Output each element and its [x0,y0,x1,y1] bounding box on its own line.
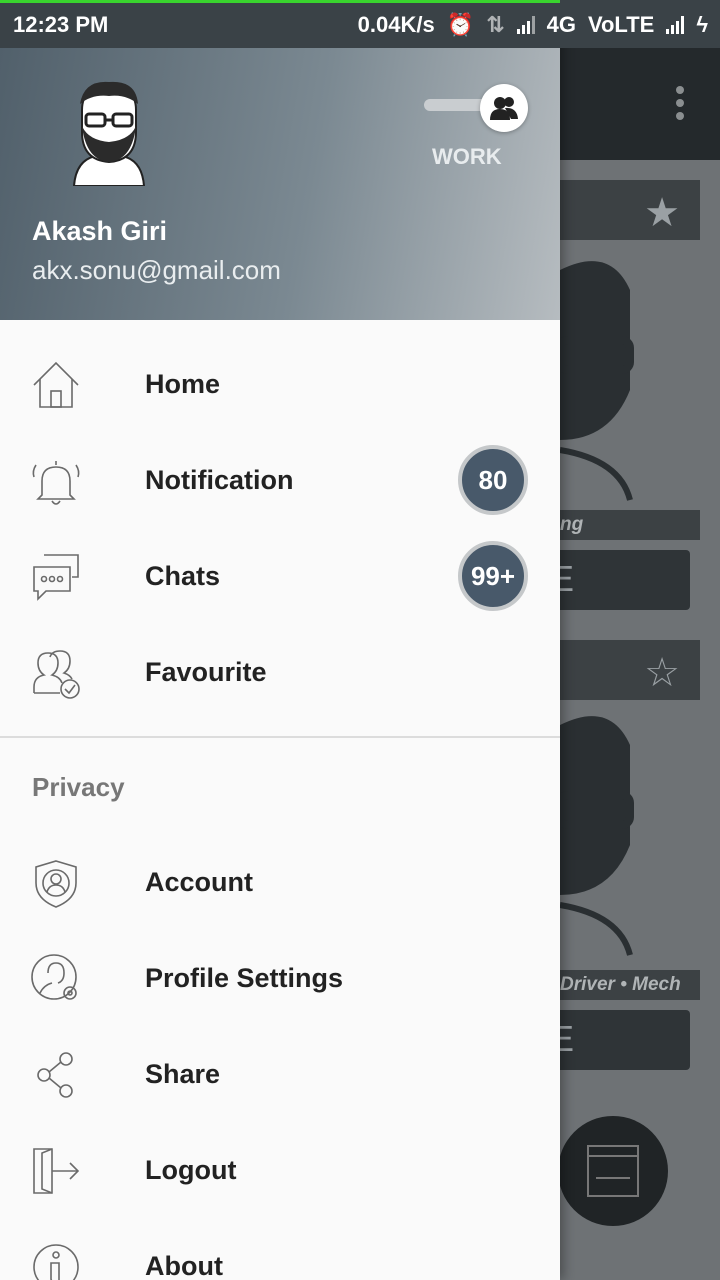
menu-item-label: Chats [145,561,221,591]
background-card-header: ★ [540,180,700,240]
menu-item-label: Account [145,867,253,897]
notification-count-badge: 80 [458,445,528,515]
drawer-header: WORK Akash Giri akx.sonu@gmail.com [0,48,560,320]
background-button[interactable]: E [540,550,690,610]
star-outline-icon[interactable]: ☆ [644,650,680,696]
data-transfer-icon: ⇅ [486,12,505,37]
chat-count-badge: 99+ [458,541,528,611]
menu-item-share[interactable]: Share [0,1027,560,1123]
menu-item-profile-settings[interactable]: Profile Settings [0,931,560,1027]
profile-settings-icon [31,954,77,1000]
signal-icon [666,16,685,34]
menu-item-chats[interactable]: Chats 99+ [0,529,560,625]
info-icon [33,1244,79,1280]
privacy-section-title: Privacy [32,772,125,802]
menu-item-label: Home [145,369,221,399]
status-bar: 12:23 PM 0.04K/s ⏰ ⇅ 4G VoLTE ϟ [0,0,720,48]
menu-divider [0,736,560,738]
overflow-menu-icon[interactable] [676,86,684,125]
menu-item-label: Share [145,1059,221,1089]
alarm-icon: ⏰ [446,12,475,37]
work-mode-label: WORK [432,144,502,169]
menu-item-about[interactable]: About [0,1219,560,1280]
menu-item-notification[interactable]: Notification 80 [0,433,560,529]
menu-item-label: Logout [145,1155,237,1185]
home-icon [33,361,79,408]
status-time: 12:23 PM [13,12,109,37]
menu-item-home[interactable]: Home [0,337,560,433]
logout-icon [33,1148,80,1194]
navigation-drawer: WORK Akash Giri akx.sonu@gmail.com Home … [0,0,560,1280]
avatar[interactable] [66,80,152,186]
menu-item-label: Profile Settings [145,963,344,993]
user-name: Akash Giri [32,216,168,246]
signal-icon [516,16,535,34]
user-email: akx.sonu@gmail.com [32,255,281,285]
background-card-header: ☆ [540,640,700,700]
loading-progress [0,0,560,3]
menu-item-logout[interactable]: Logout [0,1123,560,1219]
charging-icon: ϟ [696,12,708,37]
board-icon [587,1145,639,1197]
users-icon [490,97,518,120]
background-tag: Driver • Mech [540,970,700,1000]
menu-item-label: Favourite [145,657,267,687]
chat-icon [33,554,79,601]
work-mode-toggle[interactable] [424,84,532,134]
star-icon[interactable]: ★ [644,190,680,236]
compose-fab[interactable] [558,1116,668,1226]
shield-user-icon [35,860,77,908]
favourite-users-icon [33,650,80,699]
bell-icon [32,461,80,505]
menu-item-label: Notification [145,465,294,495]
network-type: 4G [546,12,576,37]
network-speed: 0.04K/s [357,12,435,37]
background-tag: ng [540,510,700,540]
menu-item-favourite[interactable]: Favourite [0,625,560,721]
background-button[interactable]: E [540,1010,690,1070]
menu-item-label: About [145,1251,223,1280]
share-icon [37,1052,73,1098]
volte-label: VoLTE [587,12,655,37]
menu-item-account[interactable]: Account [0,835,560,931]
